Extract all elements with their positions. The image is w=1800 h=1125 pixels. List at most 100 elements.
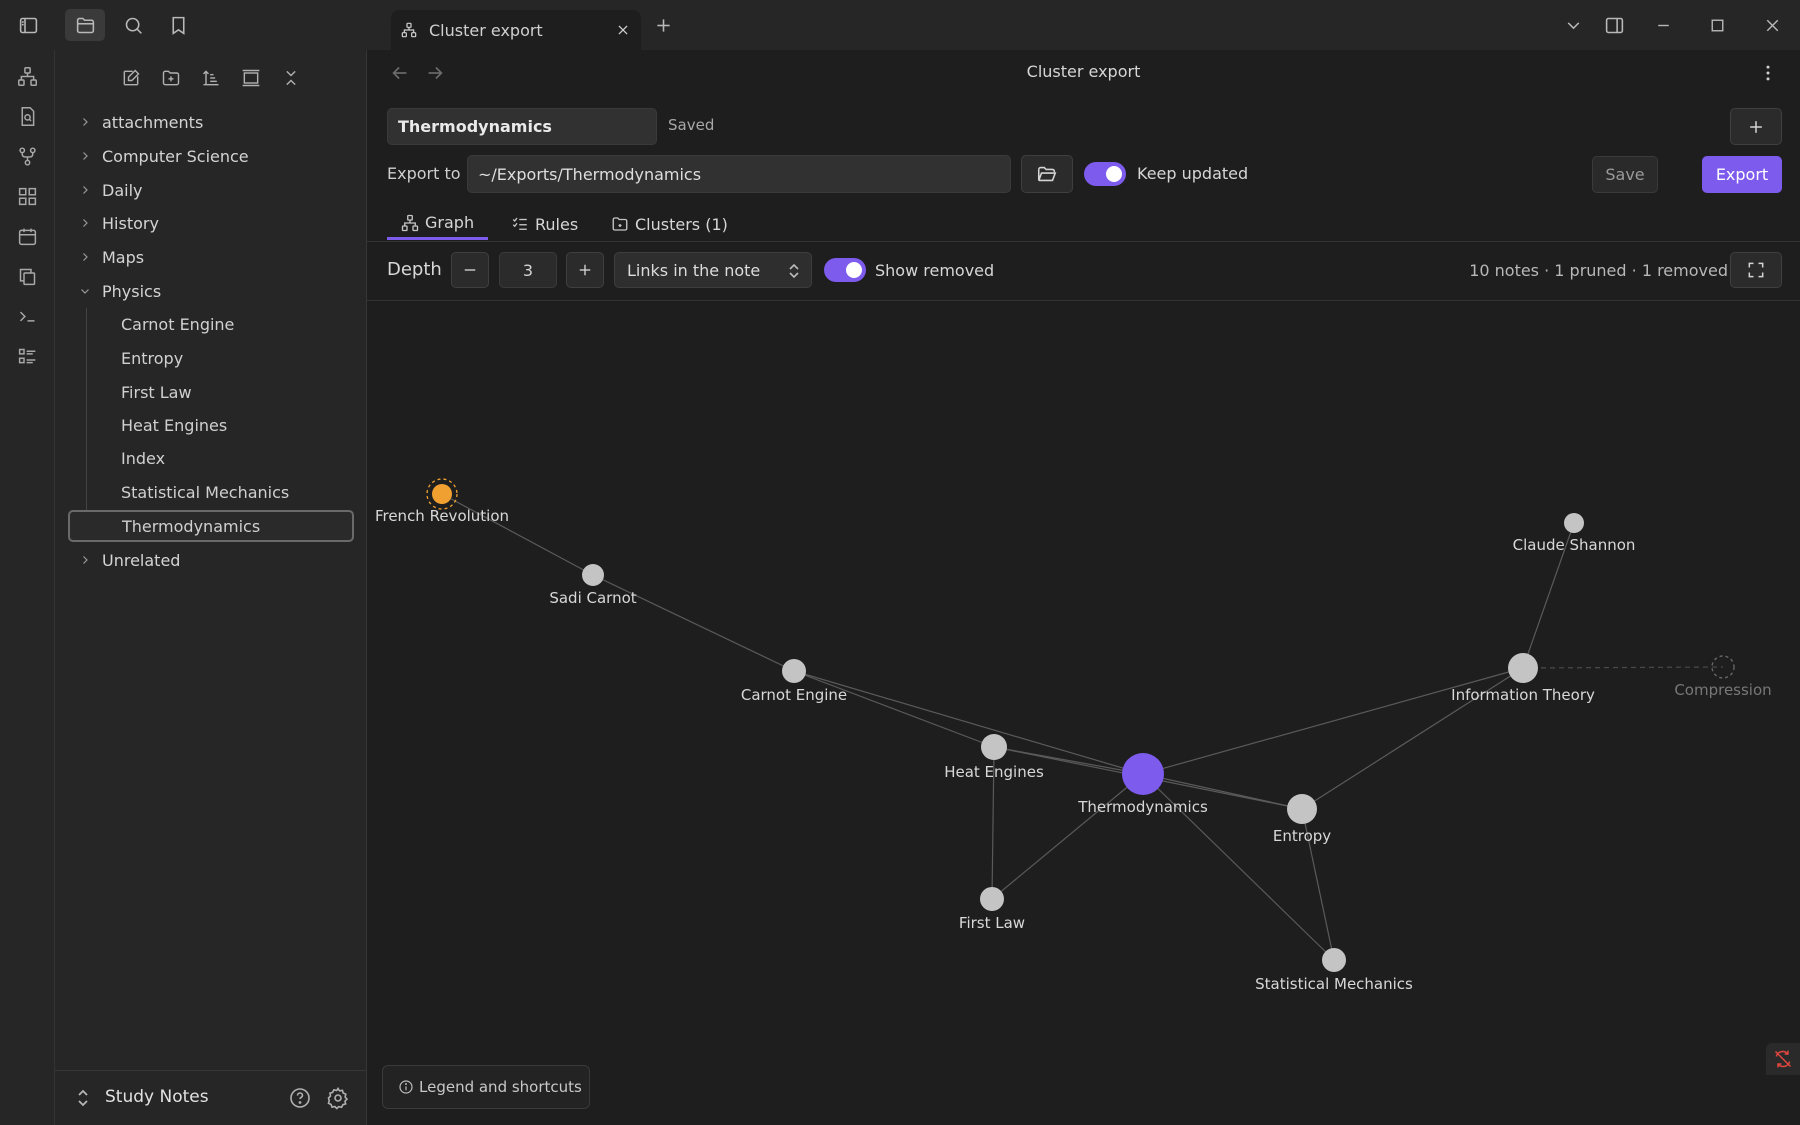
graph-node-claude-shannon[interactable]: Claude Shannon: [1513, 513, 1636, 554]
collapse-all-icon[interactable]: [277, 64, 305, 92]
node-dot: [782, 659, 806, 683]
tab-rules[interactable]: Rules: [497, 208, 592, 240]
folder-history[interactable]: History: [69, 207, 355, 239]
node-dot: [1322, 948, 1346, 972]
terminal-icon[interactable]: [14, 303, 40, 329]
gear-icon[interactable]: [326, 1086, 350, 1110]
cluster-export-view: Cluster export Saved Export to Keep upda…: [367, 50, 1800, 1125]
help-icon[interactable]: [288, 1086, 312, 1110]
graph-node-entropy[interactable]: Entropy: [1273, 794, 1331, 845]
legend-button[interactable]: Legend and shortcuts: [382, 1065, 590, 1109]
graph-edge: [1522, 666, 1724, 669]
depth-decrement-button[interactable]: [451, 252, 489, 288]
vault-switch-icon[interactable]: [75, 1088, 91, 1108]
link-mode-select[interactable]: Links in the note: [614, 252, 812, 288]
maximize-icon[interactable]: [1697, 9, 1737, 41]
sync-off-icon[interactable]: [1766, 1043, 1800, 1075]
show-removed-toggle[interactable]: [824, 258, 866, 282]
bookmark-icon[interactable]: [158, 9, 198, 41]
graph-node-information-theory[interactable]: Information Theory: [1451, 653, 1595, 704]
add-cluster-button[interactable]: [1730, 108, 1782, 145]
chevron-down-icon: [76, 282, 94, 300]
file-index[interactable]: Index: [69, 442, 355, 474]
graph-node-sadi-carnot[interactable]: Sadi Carnot: [549, 564, 637, 607]
vault-name[interactable]: Study Notes: [105, 1087, 209, 1107]
close-icon[interactable]: [1752, 9, 1792, 41]
node-label: Claude Shannon: [1513, 536, 1636, 554]
copy-icon[interactable]: [14, 263, 40, 289]
export-button[interactable]: Export: [1702, 156, 1782, 193]
tabs-divider: [367, 241, 1800, 242]
cluster-name-input[interactable]: [387, 108, 657, 145]
graph-node-statistical-mechanics[interactable]: Statistical Mechanics: [1255, 948, 1413, 993]
graph-icon[interactable]: [14, 63, 40, 89]
chevron-right-icon: [76, 147, 94, 165]
new-note-icon[interactable]: [117, 64, 145, 92]
node-dot: [980, 887, 1004, 911]
collapse-panel-icon[interactable]: [237, 64, 265, 92]
chevron-down-icon[interactable]: [1553, 9, 1593, 41]
search-icon[interactable]: [113, 9, 153, 41]
node-dot: [1508, 653, 1538, 683]
folder-attachments[interactable]: attachments: [69, 106, 355, 138]
minimize-icon[interactable]: [1643, 9, 1683, 41]
file-first-law[interactable]: First Law: [69, 376, 355, 408]
list-icon[interactable]: [14, 343, 40, 369]
vault-bar: Study Notes: [55, 1070, 367, 1125]
save-button[interactable]: Save: [1592, 156, 1658, 193]
graph-node-french-revolution[interactable]: French Revolution: [375, 478, 509, 525]
sidebar-toggle-icon[interactable]: [8, 9, 48, 41]
fullscreen-button[interactable]: [1730, 252, 1782, 288]
search-file-icon[interactable]: [14, 103, 40, 129]
tab-clusters[interactable]: Clusters (1): [597, 208, 742, 240]
export-path-input[interactable]: [467, 155, 1011, 193]
grid-icon[interactable]: [14, 183, 40, 209]
folder-label: Daily: [102, 180, 143, 200]
new-folder-icon[interactable]: [157, 64, 185, 92]
file-thermodynamics[interactable]: Thermodynamics: [68, 510, 354, 542]
folder-computer-science[interactable]: Computer Science: [69, 140, 355, 172]
graph-node-compression[interactable]: Compression: [1674, 655, 1772, 699]
folder-maps[interactable]: Maps: [69, 241, 355, 273]
graph-edge: [991, 773, 1144, 900]
node-label: Statistical Mechanics: [1255, 975, 1413, 993]
close-tab-icon[interactable]: [613, 20, 633, 40]
tab-label: Rules: [535, 214, 579, 234]
depth-value[interactable]: 3: [499, 252, 557, 288]
folder-unrelated[interactable]: Unrelated: [69, 544, 355, 576]
keep-updated-toggle[interactable]: [1084, 162, 1126, 186]
node-label: Sadi Carnot: [549, 589, 636, 607]
calendar-icon[interactable]: [14, 223, 40, 249]
folder-icon[interactable]: [65, 9, 105, 41]
file-entropy[interactable]: Entropy: [69, 342, 355, 374]
folder-daily[interactable]: Daily: [69, 174, 355, 206]
right-sidebar-icon[interactable]: [1594, 9, 1634, 41]
file-heat-engines[interactable]: Heat Engines: [69, 409, 355, 441]
expand-icon: [1748, 262, 1764, 278]
graph-stats: 10 notes · 1 pruned · 1 removed: [1469, 261, 1728, 280]
tab-cluster-export[interactable]: Cluster export: [391, 10, 641, 50]
browse-folder-button[interactable]: [1021, 155, 1073, 193]
folder-physics[interactable]: Physics: [69, 275, 355, 307]
branch-icon[interactable]: [14, 143, 40, 169]
folder-label: Computer Science: [102, 146, 249, 166]
file-explorer: attachments Computer Science Daily Histo…: [55, 50, 367, 1125]
graph-icon: [401, 214, 419, 231]
tab-graph[interactable]: Graph: [387, 208, 489, 240]
node-dot: [582, 564, 604, 586]
node-label: Information Theory: [1451, 686, 1595, 704]
graph-canvas[interactable]: French Revolution Sadi Carnot Carnot Engin…: [367, 301, 1800, 1125]
folder-label: Physics: [102, 281, 162, 301]
file-statistical-mechanics[interactable]: Statistical Mechanics: [69, 476, 355, 508]
graph-edge: [793, 670, 995, 748]
new-tab-icon[interactable]: [643, 9, 683, 41]
depth-increment-button[interactable]: [566, 252, 604, 288]
title-bar: Cluster export: [0, 0, 1800, 50]
keep-updated-label: Keep updated: [1137, 164, 1249, 183]
updown-chevron-icon: [787, 263, 801, 279]
more-options-icon[interactable]: [1758, 62, 1778, 84]
graph-node-heat-engines[interactable]: Heat Engines: [944, 734, 1044, 781]
graph-node-first-law[interactable]: First Law: [959, 887, 1025, 932]
sort-icon[interactable]: [197, 64, 225, 92]
file-carnot-engine[interactable]: Carnot Engine: [69, 308, 355, 340]
